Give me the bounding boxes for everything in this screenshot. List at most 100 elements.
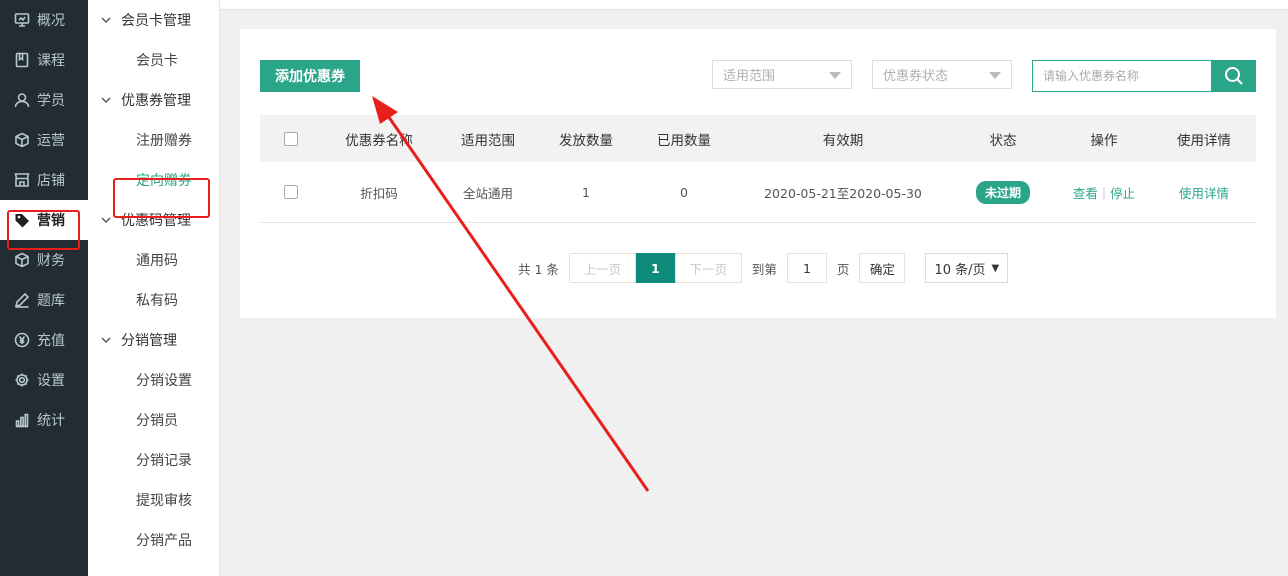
page-number-input[interactable]: 1 [786,253,827,283]
col-header-actions: 操作 [1090,132,1118,149]
group-member-card[interactable]: 会员卡管理 [88,0,219,40]
row-select-cell [260,162,322,222]
status-select-placeholder: 优惠券状态 [883,69,949,84]
subnav-item-distribution-products[interactable]: 分销产品 [88,520,219,560]
page-unit-label: 页 [836,261,850,277]
caret-down-icon [989,72,1001,79]
cell-used: 0 [680,184,688,200]
secondary-sidebar: 会员卡管理 会员卡 优惠券管理 注册赠券 定向赠券 优惠码管理 通用码 私有码 … [88,0,220,576]
group-distribution[interactable]: 分销管理 [88,320,219,360]
stop-link[interactable]: 停止 [1110,183,1135,202]
group-label: 会员卡管理 [121,13,191,29]
nav-item-operation[interactable]: 运营 [0,120,88,160]
nav-label: 学员 [37,93,65,109]
cell-actions: 查看 | 停止 [1056,162,1152,222]
chevron-down-icon [101,337,111,343]
caret-down-icon: ▼ [991,262,1000,274]
nav-item-statistics[interactable]: 统计 [0,400,88,440]
scope-select[interactable]: 适用范围 [712,60,852,89]
col-header-scope: 适用范围 [461,132,515,149]
subnav-item-distributors[interactable]: 分销员 [88,400,219,440]
search-button[interactable] [1211,60,1256,92]
chevron-down-icon [101,97,111,103]
subnav-item-general-code[interactable]: 通用码 [88,240,219,280]
nav-item-settings[interactable]: 设置 [0,360,88,400]
col-header-detail: 使用详情 [1177,132,1231,149]
select-all-checkbox[interactable] [284,131,298,146]
nav-label: 统计 [37,413,65,429]
next-page-button[interactable]: 下一页 [674,253,742,283]
scope-select-placeholder: 适用范围 [723,69,776,84]
nav-label: 题库 [37,293,65,309]
cell-scope: 全站通用 [462,185,513,201]
nav-label: 充值 [37,333,65,349]
row-checkbox[interactable] [284,185,298,199]
subnav-item-distribution-settings[interactable]: 分销设置 [88,360,219,400]
subnav-item-distribution-records[interactable]: 分销记录 [88,440,219,480]
subnav-item-member-card[interactable]: 会员卡 [88,40,219,80]
table-row: 折扣码 全站通用 1 0 2020-05-21至2020-05-30 未过期 查… [260,162,1256,223]
nav-item-recharge[interactable]: 充值 [0,320,88,360]
caret-down-icon [829,72,841,79]
chevron-down-icon [101,17,111,23]
search-icon [1224,67,1243,85]
prev-page-button[interactable]: 上一页 [568,253,636,283]
group-label: 优惠券管理 [121,93,191,109]
nav-item-store[interactable]: 店铺 [0,160,88,200]
nav-item-students[interactable]: 学员 [0,80,88,120]
action-separator: | [1101,184,1107,200]
group-label: 分销管理 [121,333,177,349]
nav-item-overview[interactable]: 概况 [0,0,88,40]
group-coupon[interactable]: 优惠券管理 [88,80,219,120]
status-select[interactable]: 优惠券状态 [872,60,1012,89]
select-all-cell [260,115,322,162]
col-header-status: 状态 [989,132,1017,149]
page-1-button[interactable]: 1 [635,253,675,283]
nav-label: 财务 [37,253,65,269]
cell-name: 折扣码 [360,185,398,201]
top-bar [220,0,1288,10]
subnav-item-register-coupon[interactable]: 注册赠券 [88,120,219,160]
add-coupon-button[interactable]: 添加优惠券 [260,60,360,92]
search-input[interactable] [1032,60,1212,92]
col-header-name: 优惠券名称 [345,132,413,149]
cell-detail: 使用详情 [1152,162,1256,222]
bar-chart-icon [13,411,31,429]
cell-period: 2020-05-21至2020-05-30 [764,185,922,201]
page-confirm-button[interactable]: 确定 [859,253,906,283]
monitor-icon [13,11,31,29]
pagination: 共 1 条 上一页 1 下一页 到第 1 页 确定 10 条/页 ▼ [518,253,1009,283]
cell-status: 未过期 [950,162,1056,222]
nav-label: 店铺 [37,173,65,189]
nav-label: 设置 [37,373,65,389]
usage-detail-link[interactable]: 使用详情 [1179,183,1229,202]
col-header-used: 已用数量 [657,132,711,149]
page-size-value: 10 条/页 [934,262,986,278]
book-icon [13,51,31,69]
gear-icon [13,371,31,389]
status-badge: 未过期 [975,180,1030,204]
subnav-item-withdrawal-review[interactable]: 提现审核 [88,480,219,520]
annotation-highlight-marketing [7,210,80,250]
nav-item-question-bank[interactable]: 题库 [0,280,88,320]
page-size-select[interactable]: 10 条/页 ▼ [925,253,1009,283]
nav-item-course[interactable]: 课程 [0,40,88,80]
chevron-down-icon [101,217,111,223]
view-link[interactable]: 查看 [1073,183,1098,202]
subnav-item-private-code[interactable]: 私有码 [88,280,219,320]
col-header-period: 有效期 [822,132,864,149]
pencil-icon [13,291,31,309]
cube-icon [13,251,31,269]
col-header-issued: 发放数量 [559,132,613,149]
total-count: 共 1 条 [518,261,559,277]
table-header: 优惠券名称 适用范围 发放数量 已用数量 有效期 状态 操作 使用详情 [260,115,1256,162]
nav-label: 课程 [37,53,65,69]
primary-sidebar: 概况 课程 学员 运营 店铺 营销 财务 题库 充值 设置 统计 [0,0,88,576]
user-icon [13,91,31,109]
store-icon [13,171,31,189]
coupon-panel: 添加优惠券 适用范围 优惠券状态 优惠券名称 适用范围 发放数量 已用数量 有效… [240,29,1276,318]
goto-label: 到第 [751,261,777,277]
nav-label: 运营 [37,133,65,149]
yen-icon [13,331,31,349]
annotation-highlight-targeted-coupon [113,178,210,218]
